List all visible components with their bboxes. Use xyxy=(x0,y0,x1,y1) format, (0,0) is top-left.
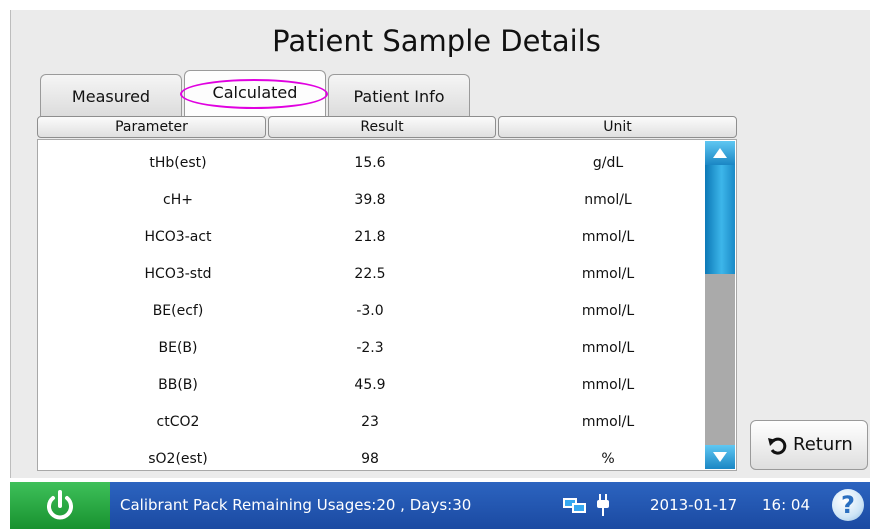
scroll-up-button[interactable] xyxy=(705,141,735,165)
status-bar: Calibrant Pack Remaining Usages:20 , Day… xyxy=(10,482,870,529)
unit-cell: nmol/L xyxy=(584,192,632,208)
parameter-cell: BE(B) xyxy=(158,340,198,356)
page-title: Patient Sample Details xyxy=(272,24,601,58)
column-header-parameter[interactable]: Parameter xyxy=(37,116,266,138)
parameter-cell: BE(ecf) xyxy=(152,303,204,319)
table-row[interactable]: sO2(est) 98 % xyxy=(38,447,706,470)
calibrant-status-text: Calibrant Pack Remaining Usages:20 , Day… xyxy=(120,496,472,514)
scroll-down-button[interactable] xyxy=(705,445,735,469)
unit-cell: mmol/L xyxy=(581,414,635,430)
unit-cell: g/dL xyxy=(592,155,624,171)
help-icon: ? xyxy=(841,491,855,519)
parameter-cell: sO2(est) xyxy=(148,451,208,467)
power-button[interactable] xyxy=(10,482,110,529)
scroll-down-icon xyxy=(713,452,727,462)
result-cell: -3.0 xyxy=(356,303,384,319)
return-label: Return xyxy=(793,434,853,455)
unit-cell: mmol/L xyxy=(581,229,635,245)
result-cell: 45.9 xyxy=(354,377,386,393)
parameter-cell: tHb(est) xyxy=(149,155,207,171)
result-cell: 22.5 xyxy=(354,266,386,282)
network-icon xyxy=(563,498,586,513)
status-time: 16: 04 xyxy=(762,496,810,514)
table-row[interactable]: cH+ 39.8 nmol/L xyxy=(38,188,706,212)
table-row[interactable]: ctCO2 23 mmol/L xyxy=(38,410,706,434)
column-header-unit[interactable]: Unit xyxy=(498,116,737,138)
parameter-cell: HCO3-std xyxy=(144,266,212,282)
table-row[interactable]: tHb(est) 15.6 g/dL xyxy=(38,151,706,175)
unit-cell: mmol/L xyxy=(581,303,635,319)
unit-cell: mmol/L xyxy=(581,266,635,282)
tab-patient-info[interactable]: Patient Info xyxy=(328,74,470,116)
return-button[interactable]: Return xyxy=(750,420,868,470)
table-row[interactable]: BB(B) 45.9 mmol/L xyxy=(38,373,706,397)
result-cell: 39.8 xyxy=(354,192,386,208)
table-row[interactable]: BE(B) -2.3 mmol/L xyxy=(38,336,706,360)
parameter-cell: BB(B) xyxy=(158,377,198,393)
unit-cell: % xyxy=(601,451,615,467)
status-date: 2013-01-17 xyxy=(650,496,738,514)
result-cell: 15.6 xyxy=(354,155,386,171)
vertical-scrollbar[interactable] xyxy=(705,141,735,469)
result-cell: -2.3 xyxy=(356,340,384,356)
plug-icon xyxy=(597,494,609,516)
column-header-result[interactable]: Result xyxy=(268,116,496,138)
tab-calculated[interactable]: Calculated xyxy=(184,70,326,116)
result-cell: 98 xyxy=(361,451,379,467)
table-row[interactable]: BE(ecf) -3.0 mmol/L xyxy=(38,299,706,323)
result-cell: 21.8 xyxy=(354,229,386,245)
scroll-up-icon xyxy=(713,148,727,158)
parameter-cell: HCO3-act xyxy=(144,229,212,245)
parameter-cell: cH+ xyxy=(163,192,193,208)
result-cell: 23 xyxy=(361,414,379,430)
parameter-cell: ctCO2 xyxy=(156,414,200,430)
tab-measured[interactable]: Measured xyxy=(40,74,182,116)
return-icon xyxy=(768,437,787,455)
unit-cell: mmol/L xyxy=(581,377,635,393)
table-row[interactable]: HCO3-std 22.5 mmol/L xyxy=(38,262,706,286)
table-row[interactable]: HCO3-act 21.8 mmol/L xyxy=(38,225,706,249)
power-icon xyxy=(47,490,73,520)
unit-cell: mmol/L xyxy=(581,340,635,356)
help-button[interactable]: ? xyxy=(832,489,864,521)
results-table: tHb(est) 15.6 g/dL cH+ 39.8 nmol/L HCO3-… xyxy=(37,139,737,471)
